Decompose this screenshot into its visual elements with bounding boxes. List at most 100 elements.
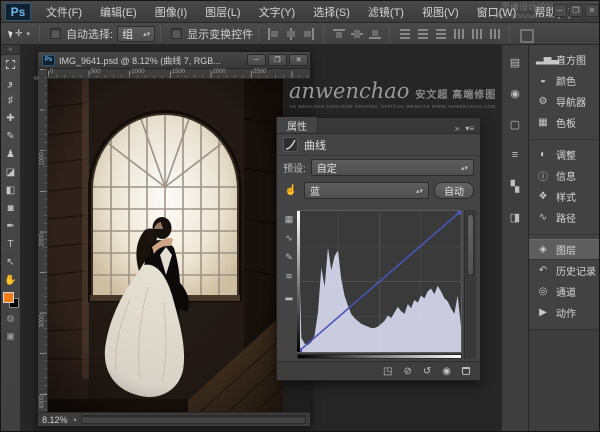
curve-tool-2-icon[interactable]: ∿ <box>285 233 293 244</box>
panel-tab-动作[interactable]: ▶动作 <box>529 302 600 323</box>
align-button-1[interactable] <box>264 25 281 42</box>
collapsed-panel-6-icon[interactable]: ◨ <box>505 208 525 226</box>
show-transform-checkbox[interactable] <box>171 28 182 39</box>
align-icon-dh <box>470 27 484 41</box>
brush-tool[interactable]: ✎ <box>2 127 20 145</box>
auto-button[interactable]: 自动 <box>434 182 474 199</box>
marquee-tool[interactable] <box>2 55 20 73</box>
anwenchao-watermark: anwenchao 安文超 高端修图 AN WENCHAO HIGH-END G… <box>289 79 529 109</box>
collapsed-panel-3-icon[interactable]: ▢ <box>505 115 525 133</box>
document-title-bar[interactable]: Ps IMG_9641.psd @ 8.12% (曲线 7, RGB... ─❐… <box>38 52 310 69</box>
align-button-10[interactable] <box>450 25 467 42</box>
align-button-5[interactable] <box>348 25 365 42</box>
divider <box>323 26 324 42</box>
zoom-level[interactable]: 8.12% <box>42 415 68 425</box>
align-button-11[interactable] <box>468 25 485 42</box>
panel-tab-历史记录[interactable]: ↶历史记录 <box>529 260 600 281</box>
menu-item-文字(Y)[interactable]: 文字(Y) <box>250 1 305 23</box>
panel-menu-icon[interactable]: ▾≡ <box>465 124 474 133</box>
align-button-4[interactable] <box>330 25 347 42</box>
delete-icon[interactable] <box>462 367 470 375</box>
menu-item-滤镜(T)[interactable]: 滤镜(T) <box>359 1 413 23</box>
menu-item-窗口(W)[interactable]: 窗口(W) <box>468 1 526 23</box>
preset-dropdown[interactable]: 自定 ▴▾ <box>311 159 474 176</box>
align-icon-vl <box>266 27 280 41</box>
align-button-12[interactable] <box>486 25 503 42</box>
panel-tab-导航器[interactable]: ⚙导航器 <box>529 91 600 112</box>
align-button-2[interactable] <box>282 25 299 42</box>
current-tool-button[interactable]: ✛ ▾ <box>1 28 34 39</box>
curve-tool-4-icon[interactable]: ≋ <box>285 271 293 282</box>
menu-item-编辑(E)[interactable]: 编辑(E) <box>91 1 146 23</box>
menu-item-图层(L)[interactable]: 图层(L) <box>196 1 249 23</box>
status-info-icon[interactable]: ◔ <box>72 415 77 425</box>
panel-tab-直方图[interactable]: ▂▅▃直方图 <box>529 49 600 70</box>
doc-minimize-button[interactable]: ─ <box>247 54 266 66</box>
collapsed-panel-2-icon[interactable]: ◉ <box>505 84 525 102</box>
targeted-adjustment-icon[interactable]: ☝ <box>283 183 299 199</box>
channel-dropdown[interactable]: 蓝 ▴▾ <box>304 182 429 199</box>
reset-icon[interactable]: ↺ <box>423 366 431 377</box>
collapsed-panel-1-icon[interactable]: ▤ <box>505 53 525 71</box>
minimize-button[interactable]: ─ <box>553 4 567 17</box>
align-button-13[interactable] <box>516 25 533 42</box>
close-button[interactable]: ✕ <box>585 4 599 17</box>
doc-maximize-button[interactable]: ❐ <box>268 54 287 66</box>
lasso-tool[interactable]: و <box>2 73 20 91</box>
align-button-8[interactable] <box>414 25 431 42</box>
scrollbar-thumb[interactable] <box>467 214 474 276</box>
curve-point-2[interactable] <box>457 211 461 215</box>
tab-properties[interactable]: 属性 <box>277 117 318 133</box>
menu-item-选择(S)[interactable]: 选择(S) <box>304 1 359 23</box>
visibility-icon[interactable]: ◉ <box>442 366 451 377</box>
panel-tab-路径[interactable]: ∿路径 <box>529 207 600 228</box>
canvas[interactable] <box>48 79 310 412</box>
foreground-color-swatch[interactable] <box>3 292 14 303</box>
menu-item-视图(V)[interactable]: 视图(V) <box>413 1 468 23</box>
collapse-panel-icon[interactable]: » <box>455 124 459 133</box>
chevron-down-icon: ▴▾ <box>461 164 468 172</box>
clip-to-layer-icon[interactable]: ◳ <box>383 366 392 377</box>
curve-tool-5-icon[interactable]: ▂ <box>286 290 293 301</box>
doc-close-button[interactable]: ✕ <box>289 54 308 66</box>
collapsed-panel-5-icon[interactable]: ▚ <box>505 177 525 195</box>
pen-tool[interactable]: ✒ <box>2 217 20 235</box>
panel-tab-色板[interactable]: ▦色板 <box>529 112 600 133</box>
blur-tool[interactable]: ◙ <box>2 199 20 217</box>
dock-group-1: ▂▅▃直方图◒颜色⚙导航器▦色板 <box>529 45 600 140</box>
align-button-9[interactable] <box>432 25 449 42</box>
menu-item-文件(F)[interactable]: 文件(F) <box>37 1 91 23</box>
clone-stamp-tool[interactable]: ♟ <box>2 145 20 163</box>
menu-item-图像(I)[interactable]: 图像(I) <box>146 1 196 23</box>
panel-tab-样式[interactable]: ❖样式 <box>529 186 600 207</box>
maximize-button[interactable]: ❐ <box>569 4 583 17</box>
panel-tab-颜色[interactable]: ◒颜色 <box>529 70 600 91</box>
collapsed-panel-4-icon[interactable]: ≡ <box>505 146 525 164</box>
panel-tab-调整[interactable]: ◐调整 <box>529 144 600 165</box>
panel-tab-图层[interactable]: ◈图层 <box>529 239 600 260</box>
auto-select-checkbox[interactable] <box>50 28 61 39</box>
curve-tool-1-icon[interactable]: ▦ <box>285 214 294 225</box>
path-select-tool[interactable]: ↖ <box>2 253 20 271</box>
curve-grid[interactable] <box>297 210 462 353</box>
align-button-6[interactable] <box>366 25 383 42</box>
screen-mode-icon[interactable]: ▣ <box>2 327 20 345</box>
align-button-3[interactable] <box>300 25 317 42</box>
collapse-toolbar-button[interactable]: « <box>1 45 20 55</box>
auto-select-dropdown[interactable]: 组 ▴▾ <box>117 26 155 42</box>
align-button-7[interactable] <box>396 25 413 42</box>
crop-tool[interactable]: ♯ <box>2 91 20 109</box>
gradient-tool[interactable]: ◧ <box>2 181 20 199</box>
type-tool[interactable]: T <box>2 235 20 253</box>
healing-brush-tool[interactable]: ✚ <box>2 109 20 127</box>
curve-tool-3-icon[interactable]: ✎ <box>285 252 293 263</box>
curve-tools: ▦ ∿ ✎ ≋ ▂ <box>281 210 297 359</box>
panel-tab-通道[interactable]: ◎通道 <box>529 281 600 302</box>
quick-mask-icon[interactable]: ◍ <box>2 309 20 327</box>
hand-tool[interactable]: ✋ <box>2 271 20 289</box>
panel-scrollbar[interactable] <box>464 210 476 359</box>
panel-tab-信息[interactable]: ⓘ信息 <box>529 165 600 186</box>
eraser-tool[interactable]: ◪ <box>2 163 20 181</box>
previous-state-icon[interactable]: ⊘ <box>403 366 411 377</box>
adjustment-header: 曲线 <box>277 134 480 156</box>
